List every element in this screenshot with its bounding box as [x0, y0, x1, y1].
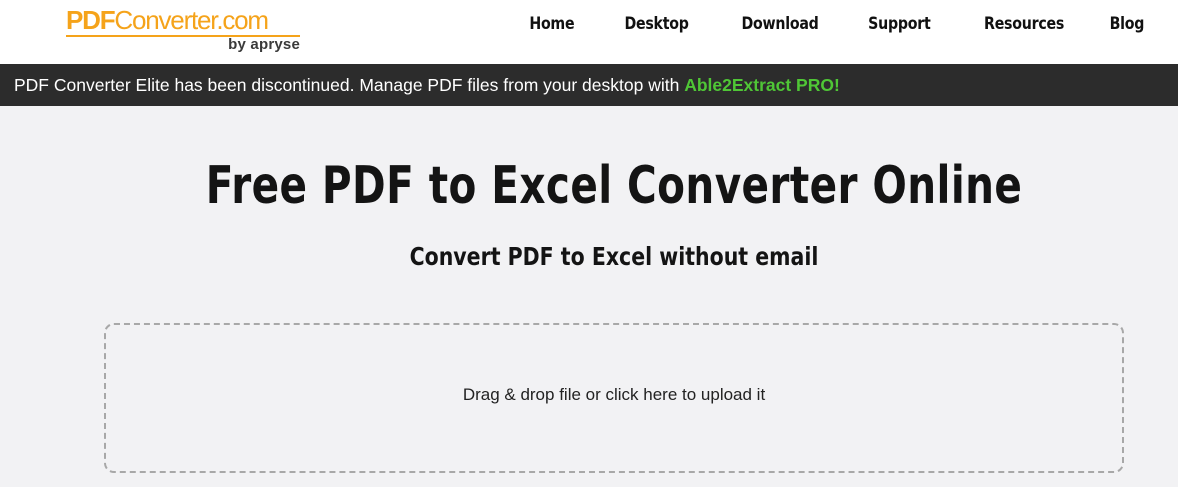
main-nav: Home Desktop Download Support Resources … [482, 0, 1144, 46]
nav-download[interactable]: Download [741, 14, 818, 33]
nav-resources[interactable]: Resources [984, 14, 1064, 33]
site-header: PDFConverter.com by apryse Home Desktop … [0, 0, 1178, 64]
logo-pdf-text: PDF [66, 5, 116, 35]
site-logo[interactable]: PDFConverter.com by apryse [66, 4, 306, 56]
file-upload-dropzone[interactable]: Drag & drop file or click here to upload… [104, 323, 1124, 473]
dropzone-label: Drag & drop file or click here to upload… [462, 385, 766, 404]
nav-blog[interactable]: Blog [1109, 14, 1144, 33]
nav-desktop[interactable]: Desktop [625, 14, 689, 33]
discontinued-banner: PDF Converter Elite has been discontinue… [0, 64, 1178, 106]
page-title: Free PDF to Excel Converter Online [205, 156, 1023, 216]
page-subtitle: Convert PDF to Excel without email [409, 242, 819, 271]
banner-text: PDF Converter Elite has been discontinue… [14, 75, 685, 95]
banner-link[interactable]: Able2Extract PRO! [684, 75, 840, 95]
nav-support[interactable]: Support [868, 14, 931, 33]
logo-wordmark: PDFConverter.com [66, 4, 269, 36]
nav-home[interactable]: Home [529, 14, 574, 33]
logo-byline: by apryse [228, 36, 300, 53]
logo-converter-text: Converter.com [114, 5, 269, 35]
